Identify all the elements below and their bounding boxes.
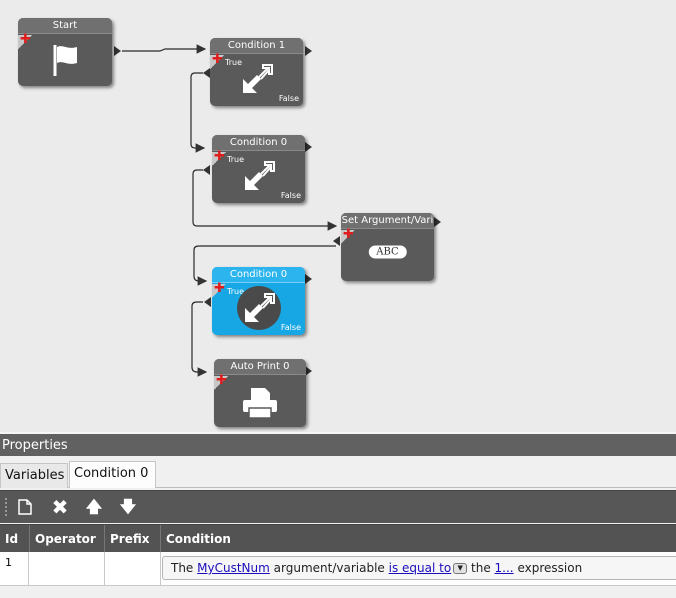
cell-operator[interactable]	[29, 552, 105, 586]
add-icon[interactable]: ✚	[20, 33, 31, 46]
condition-1-node[interactable]: Condition 1 ✚ True False	[210, 38, 303, 106]
column-header-condition[interactable]: Condition	[160, 525, 676, 553]
tab-condition-0[interactable]: Condition 0	[69, 461, 156, 488]
workflow-canvas[interactable]: Start ✚ Condition 1 ✚ True False Conditi…	[0, 0, 676, 432]
condition-0-node[interactable]: Condition 0 ✚ True False	[212, 135, 305, 203]
printer-icon	[243, 387, 277, 419]
auto-print-node[interactable]: Auto Print 0 ✚	[214, 359, 306, 427]
cell-prefix[interactable]	[105, 552, 161, 586]
chevron-down-icon[interactable]: ▼	[453, 563, 468, 574]
node-title: Condition 1	[210, 38, 303, 54]
condition-toolbar: ✖ 🡅 🡇	[0, 490, 676, 523]
flag-icon	[53, 45, 77, 77]
move-down-icon[interactable]: 🡇	[116, 495, 140, 519]
toolbar-grip[interactable]	[5, 498, 7, 516]
add-icon[interactable]: ✚	[343, 228, 354, 241]
column-header-id[interactable]: Id	[0, 525, 28, 553]
variable-link[interactable]: MyCustNum	[197, 561, 270, 575]
false-label: False	[280, 323, 301, 332]
add-icon[interactable]: ✚	[214, 150, 225, 163]
node-title: Condition 0	[212, 267, 305, 283]
add-icon[interactable]: ✚	[214, 282, 225, 295]
delete-icon[interactable]: ✖	[48, 495, 72, 519]
column-header-prefix[interactable]: Prefix	[104, 525, 160, 553]
start-node[interactable]: Start ✚	[18, 18, 112, 86]
condition-expression[interactable]: The MyCustNum argument/variable is equal…	[162, 556, 676, 580]
workflow-designer: Start ✚ Condition 1 ✚ True False Conditi…	[0, 0, 676, 598]
condition-text: the	[471, 561, 491, 575]
grid-header: Id Operator Prefix Condition	[0, 524, 676, 553]
condition-arrows-icon	[242, 63, 273, 93]
abc-badge-icon: ABC	[368, 245, 407, 259]
node-title: Start	[18, 18, 112, 34]
condition-arrows-icon	[244, 160, 275, 190]
tab-variables[interactable]: Variables	[0, 463, 68, 488]
new-icon[interactable]	[13, 495, 37, 519]
node-title: Auto Print 0	[214, 359, 306, 375]
condition-text: argument/variable	[273, 561, 385, 575]
comparison-link[interactable]: is equal to	[389, 561, 452, 575]
cell-id: 1	[0, 552, 29, 586]
add-icon[interactable]: ✚	[216, 374, 227, 387]
condition-text: expression	[517, 561, 583, 575]
properties-tabs: Variables Condition 0	[0, 458, 676, 488]
add-icon[interactable]: ✚	[212, 53, 223, 66]
node-title: Condition 0	[212, 135, 305, 151]
condition-grid: Id Operator Prefix Condition 1 The MyCus…	[0, 524, 676, 586]
column-header-operator[interactable]: Operator	[29, 525, 104, 553]
condition-0-selected-node[interactable]: Condition 0 ✚ True False	[212, 267, 305, 335]
condition-arrows-icon	[236, 285, 281, 330]
table-row[interactable]: 1 The MyCustNum argument/variable is equ…	[0, 552, 676, 586]
false-label: False	[280, 191, 301, 200]
set-argument-node[interactable]: Set Argument/Vari ✚ ABC	[341, 213, 434, 281]
false-label: False	[278, 94, 299, 103]
properties-panel: Properties Variables Condition 0 ✖ 🡅 🡇 I…	[0, 432, 676, 598]
row-id: 1	[5, 556, 12, 569]
condition-text: The	[171, 561, 194, 575]
value-link[interactable]: 1...	[495, 561, 514, 575]
node-title: Set Argument/Vari	[341, 213, 434, 229]
move-up-icon[interactable]: 🡅	[82, 495, 106, 519]
properties-header: Properties	[0, 432, 676, 456]
